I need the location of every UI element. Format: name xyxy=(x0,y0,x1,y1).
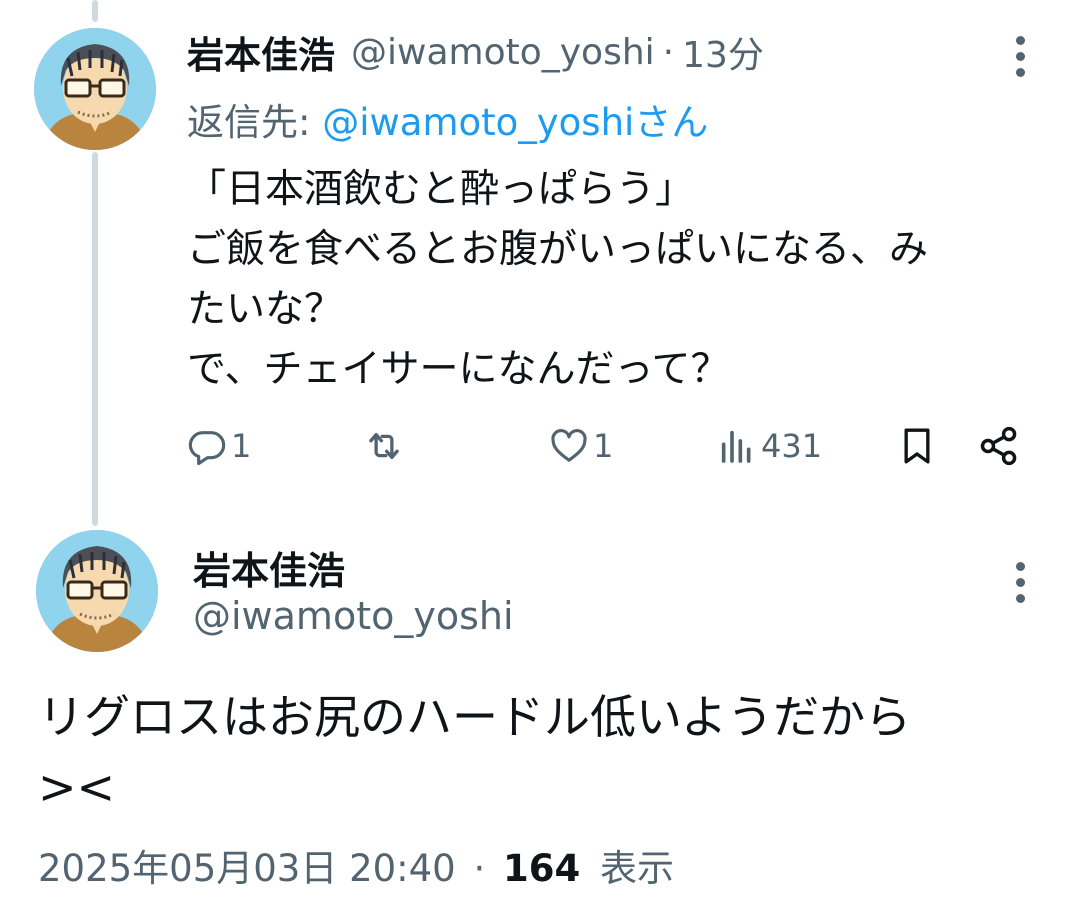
reply-to-prefix: 返信先: xyxy=(187,101,323,144)
more-vertical-icon[interactable] xyxy=(1012,36,1028,77)
share-button[interactable] xyxy=(977,418,1021,474)
tweet-timestamp[interactable]: 2025年05月03日 20:40 xyxy=(38,847,456,890)
tweet-text-line: ご飯を食べるとお腹がいっぱいになる、み xyxy=(187,227,929,272)
bookmark-button[interactable] xyxy=(897,418,937,474)
avatar-illustration xyxy=(34,28,156,150)
like-button[interactable]: 1 xyxy=(549,418,613,474)
tweet-text-line: で、チェイサーになんだって？ xyxy=(187,347,730,392)
thread-line-top xyxy=(92,0,98,22)
views-count: 431 xyxy=(761,427,823,465)
tweet-text: 「日本酒飲むと酔っぱらう」 ご飯を食べるとお腹がいっぱいになる、み たいな？ で… xyxy=(187,160,1027,400)
reply-to-line: 返信先: @iwamoto_yoshiさん xyxy=(187,92,708,146)
tweet-meta: 2025年05月03日 20:40 · 164 表示 xyxy=(38,838,674,892)
avatar[interactable] xyxy=(34,28,156,150)
views-count: 164 xyxy=(503,847,581,890)
heart-icon xyxy=(551,429,587,462)
reply-icon xyxy=(188,431,226,466)
header-separator: · xyxy=(662,31,675,73)
views-button[interactable]: 431 xyxy=(717,418,822,474)
retweet-icon xyxy=(369,432,399,460)
author-handle[interactable]: @iwamoto_yoshi xyxy=(193,594,514,638)
views-label: 表示 xyxy=(600,847,675,890)
tweet-actions: 1 1 431 xyxy=(187,418,1027,474)
tweet-time[interactable]: 13分 xyxy=(682,26,764,78)
views-icon xyxy=(721,430,751,463)
meta-separator: · xyxy=(473,847,486,890)
avatar-illustration xyxy=(36,530,158,652)
tweet-text: リグロスはお尻のハードル低いようだから >< xyxy=(38,682,1048,822)
thread-line-connector xyxy=(92,152,98,526)
reply-to-suffix[interactable]: さん xyxy=(634,101,708,144)
author-name[interactable]: 岩本佳浩 xyxy=(187,25,335,79)
like-count: 1 xyxy=(593,427,614,465)
author-handle[interactable]: @iwamoto_yoshi xyxy=(351,32,655,73)
tweet-text-line: >< xyxy=(38,760,116,814)
more-vertical-icon[interactable] xyxy=(1012,562,1028,603)
tweet-text-line: たいな？ xyxy=(187,287,344,332)
retweet-button[interactable] xyxy=(363,418,409,474)
tweet-text-line: 「日本酒飲むと酔っぱらう」 xyxy=(187,167,695,212)
reply-count: 1 xyxy=(231,427,252,465)
tweet-text-line: リグロスはお尻のハードル低いようだから xyxy=(38,690,912,744)
bookmark-icon xyxy=(904,428,930,464)
tweet-header: 岩本佳浩 @iwamoto_yoshi · 13分 xyxy=(187,26,764,78)
reply-to-handle-link[interactable]: @iwamoto_yoshi xyxy=(322,101,634,144)
reply-button[interactable]: 1 xyxy=(187,418,251,474)
author-name[interactable]: 岩本佳浩 xyxy=(193,540,345,595)
avatar[interactable] xyxy=(36,530,158,652)
share-icon xyxy=(980,426,1017,466)
